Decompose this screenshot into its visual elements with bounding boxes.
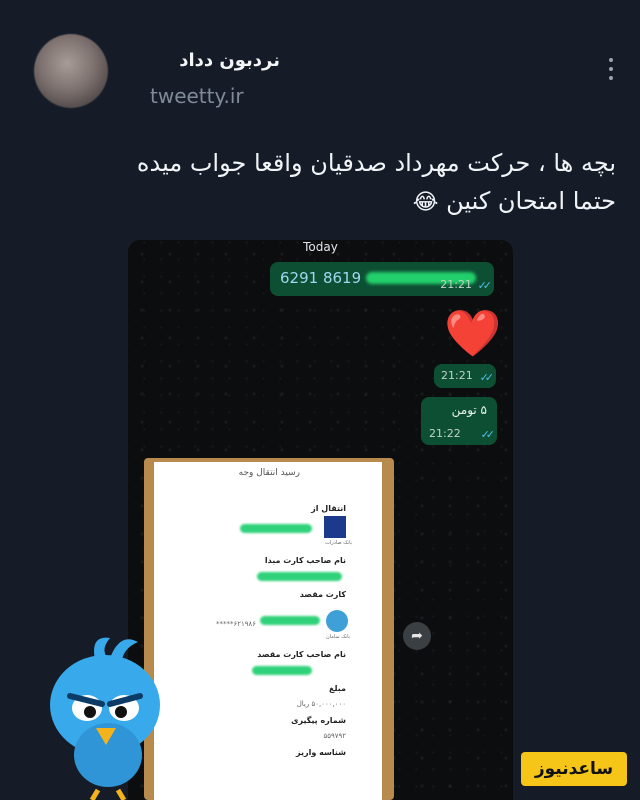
dest-card-label: کارت مقصد	[299, 590, 346, 599]
source-owner-label: نام صاحب کارت مبدا	[264, 556, 346, 565]
chat-day-label: Today	[303, 240, 338, 254]
saednews-logo: ساعدنیوز	[521, 752, 627, 786]
tracking-label: شماره پیگیری	[291, 716, 346, 725]
double-check-icon: ✓✓	[480, 428, 496, 441]
tweet-text: بچه ها ، حرکت مهرداد صدقیان واقعا جواب م…	[20, 144, 616, 222]
angry-bird-mascot-icon	[50, 637, 160, 800]
chat-message-card-number: 6291 8619 21:21 ✓✓	[270, 262, 494, 296]
heart-emoji-icon: ❤️	[444, 306, 502, 360]
dest-owner-label: نام صاحب کارت مقصد	[257, 650, 346, 659]
message-time: 21:21	[440, 278, 472, 291]
double-check-icon: ✓✓	[477, 279, 493, 292]
redaction-mark	[257, 572, 342, 581]
redaction-mark	[260, 616, 320, 625]
author-name[interactable]: نردبون دداد	[150, 50, 280, 71]
deposit-id-label: شناسه واریز	[296, 748, 346, 757]
dest-card-number: ۶۲۱۹۸۶*****	[215, 620, 256, 628]
amount-value: ۵۰,۰۰۰,۰۰۰ ریال	[296, 700, 346, 708]
message-text: ۵ تومن	[451, 403, 487, 417]
avatar[interactable]	[34, 34, 108, 108]
bank2-label: بانک سامان	[326, 634, 350, 640]
redaction-mark	[252, 666, 312, 675]
transfer-receipt-image: رسید انتقال وجه انتقال از بانک صادرات نا…	[144, 458, 394, 800]
redaction-mark	[240, 524, 312, 533]
bank1-label: بانک صادرات	[325, 540, 352, 546]
tweet-text-line2: حتما امتحان کنین	[446, 187, 616, 215]
more-vertical-icon[interactable]	[606, 58, 616, 88]
saman-bank-logo	[326, 610, 348, 632]
author-handle[interactable]: tweetty.ir	[150, 84, 244, 108]
message-time: 21:22	[429, 427, 461, 440]
forward-arrow-icon[interactable]: ➦	[403, 622, 431, 650]
receipt-title: رسید انتقال وجه	[238, 468, 300, 478]
tweet-text-line1: بچه ها ، حرکت مهرداد صدقیان واقعا جواب م…	[136, 149, 616, 177]
amount-label: مبلغ	[329, 684, 346, 693]
from-label: انتقال از	[311, 504, 346, 513]
laughing-emoji-icon: 😂	[412, 190, 439, 215]
card-number-text: 6291 8619	[280, 269, 362, 287]
attached-chat-screenshot[interactable]: Today 6291 8619 21:21 ✓✓ ❤️ 21:21 ✓✓ ۵ ت…	[128, 240, 513, 800]
double-check-icon: ✓✓	[479, 371, 495, 384]
tracking-value: ۵۵۹۷۹۲	[323, 732, 346, 740]
chat-message-amount: ۵ تومن 21:22 ✓✓	[421, 397, 497, 445]
chat-message-heart-time: 21:21 ✓✓	[434, 364, 496, 388]
saderat-bank-logo	[324, 516, 346, 538]
message-time: 21:21	[441, 369, 473, 382]
